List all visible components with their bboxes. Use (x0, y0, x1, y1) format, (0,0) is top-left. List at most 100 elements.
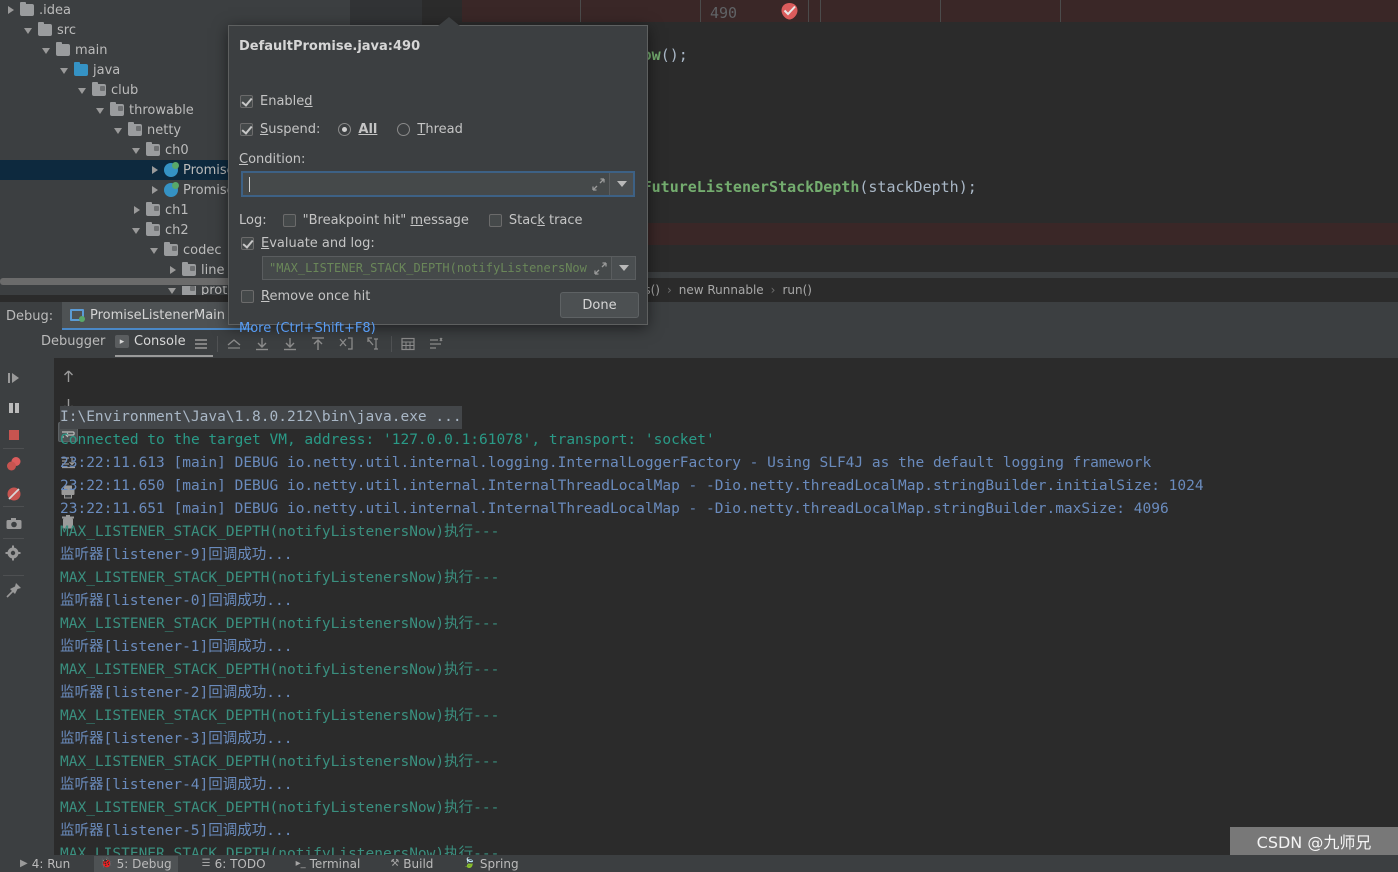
stack-trace-checkbox[interactable] (489, 214, 502, 227)
console-line: MAX_LISTENER_STACK_DEPTH(notifyListeners… (60, 521, 1398, 544)
snapshot-icon[interactable] (4, 514, 24, 534)
statusbar-item-spring[interactable]: 🍃Spring (457, 856, 524, 872)
console-actions-rail[interactable] (27, 330, 54, 855)
statusbar-item-terminal[interactable]: ▸_Terminal (290, 856, 367, 872)
chevron-down-icon[interactable] (132, 225, 143, 236)
statusbar-item-run[interactable]: ▶4: Run (14, 856, 76, 872)
chevron-down-icon[interactable] (150, 245, 161, 256)
pause-icon[interactable] (4, 398, 24, 418)
tab-console-label: Console (134, 334, 186, 349)
chevron-down-icon[interactable] (132, 145, 143, 156)
pin-icon[interactable] (4, 580, 24, 600)
suspend-thread-label: Thread (417, 122, 462, 137)
chevron-right-icon[interactable] (6, 5, 17, 16)
statusbar-item-todo[interactable]: ☰6: TODO (196, 856, 272, 872)
console-line-text: MAX_LISTENER_STACK_DEPTH(notifyListeners… (60, 524, 499, 540)
evaluate-expression-wrapper[interactable]: "MAX_LISTENER_STACK_DEPTH(notifyListener… (262, 256, 636, 280)
breadcrumb-separator: › (771, 283, 776, 297)
more-options-link[interactable]: More (Ctrl+Shift+F8) (239, 321, 376, 336)
enabled-checkbox[interactable] (240, 95, 253, 108)
statusbar-item-debug[interactable]: 🐞5: Debug (94, 856, 177, 872)
breakpoint-hit-message-checkbox[interactable] (283, 214, 296, 227)
statusbar-item-label: Spring (480, 857, 519, 871)
move-out-icon[interactable] (337, 335, 355, 353)
breadcrumb-item-1[interactable]: new Runnable (679, 283, 764, 297)
statusbar-item-build[interactable]: ⚒Build (384, 856, 439, 872)
evaluate-and-log-label: Evaluate and log: (261, 236, 375, 251)
folder-icon (128, 124, 142, 136)
menu-icon[interactable] (192, 335, 210, 353)
chevron-right-icon[interactable] (150, 165, 161, 176)
console-line-text: 监听器[listener-3]回调成功... (60, 731, 292, 747)
debug-actions-rail[interactable] (0, 330, 27, 855)
scroll-up-icon[interactable] (309, 335, 327, 353)
log-options-row[interactable]: Log: "Breakpoint hit" message Stack trac… (239, 213, 583, 228)
done-button[interactable]: Done (560, 292, 639, 318)
chevron-right-icon[interactable] (150, 185, 161, 196)
condition-input-wrapper[interactable] (241, 171, 635, 197)
suspend-all-radio[interactable] (338, 123, 351, 136)
chevron-down-icon[interactable] (168, 285, 179, 296)
chevron-right-icon[interactable] (168, 265, 179, 276)
console-output[interactable]: I:\Environment\Java\1.8.0.212\bin\java.e… (60, 360, 1398, 855)
expand-editor-icon[interactable] (587, 173, 609, 195)
suspend-all-label: All (358, 122, 377, 137)
console-line: 监听器[listener-4]回调成功... (60, 774, 1398, 797)
chevron-down-icon[interactable] (60, 65, 71, 76)
move-in-icon[interactable] (365, 335, 383, 353)
tab-debugger[interactable]: Debugger (41, 334, 105, 349)
breakpoint-hit-message-label: "Breakpoint hit" message (303, 213, 469, 228)
settings-icon[interactable] (4, 544, 24, 564)
console-toolbar[interactable]: Debugger ▸ Console (27, 330, 1398, 358)
folder-icon (20, 4, 34, 16)
status-bar[interactable]: ▶4: Run 🐞5: Debug ☰6: TODO ▸_Terminal ⚒Build… (0, 855, 1398, 872)
chevron-down-icon[interactable] (24, 25, 35, 36)
remove-once-hit-checkbox[interactable] (241, 290, 254, 303)
enabled-checkbox-row[interactable]: Enabled (240, 94, 313, 109)
suspend-row[interactable]: Suspend: All Thread (240, 122, 463, 137)
breadcrumb-item-2[interactable]: run() (782, 283, 812, 297)
scroll-to-end-icon[interactable] (281, 335, 299, 353)
console-line: 监听器[listener-1]回调成功... (60, 636, 1398, 659)
console-line: 监听器[listener-5]回调成功... (60, 820, 1398, 843)
folder-icon (146, 224, 160, 236)
chevron-down-icon (617, 181, 627, 187)
evaluate-dropdown-button[interactable] (611, 257, 635, 279)
condition-input[interactable] (243, 173, 401, 187)
evaluate-and-log-checkbox[interactable] (241, 237, 254, 250)
expand-evaluate-editor-icon[interactable] (589, 257, 611, 279)
suspend-checkbox[interactable] (240, 123, 253, 136)
breakpoint-properties-dialog[interactable]: DefaultPromise.java:490 Enabled Suspend:… (228, 25, 648, 325)
chevron-right-icon[interactable] (132, 205, 143, 216)
console-line-text: 23:22:11.650 [main] DEBUG io.netty.util.… (60, 478, 1204, 494)
scroll-down-icon[interactable] (253, 335, 271, 353)
breadcrumb-separator: › (667, 283, 672, 297)
condition-dropdown-button[interactable] (609, 173, 633, 195)
evaluate-expression-value[interactable]: "MAX_LISTENER_STACK_DEPTH(notifyListener… (263, 257, 589, 279)
remove-once-hit-row[interactable]: Remove once hit (241, 289, 370, 304)
stop-icon[interactable] (4, 425, 24, 445)
chevron-down-icon[interactable] (42, 45, 53, 56)
view-breakpoints-icon[interactable] (4, 454, 24, 474)
console-line-text: I:\Environment\Java\1.8.0.212\bin\java.e… (60, 406, 462, 429)
tree-item-.idea[interactable]: .idea (0, 0, 350, 20)
chevron-down-icon (619, 265, 629, 271)
resume-icon[interactable] (4, 368, 24, 388)
console-line: 监听器[listener-0]回调成功... (60, 590, 1398, 613)
mute-breakpoints-icon[interactable] (4, 484, 24, 504)
tab-console[interactable]: ▸ Console (115, 334, 186, 349)
evaluate-and-log-row[interactable]: Evaluate and log: (241, 236, 375, 251)
console-line: MAX_LISTENER_STACK_DEPTH(notifyListeners… (60, 567, 1398, 590)
chevron-down-icon[interactable] (96, 105, 107, 116)
soft-wrap-icon[interactable] (225, 335, 243, 353)
filter-icon[interactable] (427, 335, 445, 353)
dialog-callout-arrow (438, 17, 460, 26)
table-icon[interactable] (399, 335, 417, 353)
debug-session-tab[interactable]: PromiseListenerMain × (62, 302, 253, 330)
java-class-icon (164, 163, 178, 177)
scrollbar-thumb[interactable] (0, 278, 236, 285)
breakpoint-marker-icon[interactable] (780, 2, 799, 21)
chevron-down-icon[interactable] (78, 85, 89, 96)
chevron-down-icon[interactable] (114, 125, 125, 136)
suspend-thread-radio[interactable] (397, 123, 410, 136)
